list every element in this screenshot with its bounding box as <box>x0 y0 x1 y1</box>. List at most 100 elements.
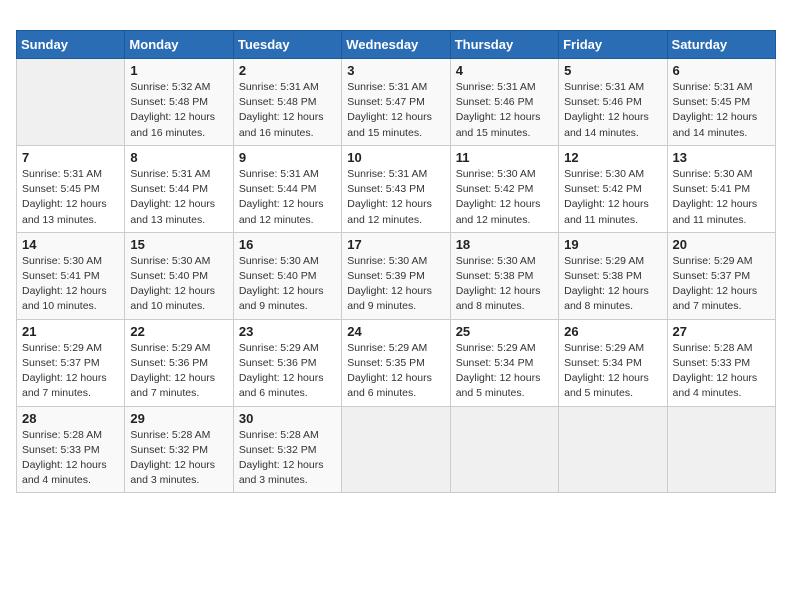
day-info: Sunrise: 5:29 AMSunset: 5:34 PMDaylight:… <box>564 341 661 402</box>
day-number: 4 <box>456 63 553 78</box>
calendar-cell: 22Sunrise: 5:29 AMSunset: 5:36 PMDayligh… <box>125 319 233 406</box>
day-info: Sunrise: 5:28 AMSunset: 5:32 PMDaylight:… <box>239 428 336 489</box>
day-number: 11 <box>456 150 553 165</box>
page-header: General Blue <box>16 16 776 18</box>
calendar-cell: 15Sunrise: 5:30 AMSunset: 5:40 PMDayligh… <box>125 232 233 319</box>
day-info: Sunrise: 5:31 AMSunset: 5:44 PMDaylight:… <box>239 167 336 228</box>
day-number: 23 <box>239 324 336 339</box>
calendar-cell: 11 Sunrise: 5:30 AMSunset: 5:42 PMDayligh… <box>450 145 558 232</box>
calendar-cell: 18 Sunrise: 5:30 AMSunset: 5:38 PMDayligh… <box>450 232 558 319</box>
day-number: 3 <box>347 63 444 78</box>
day-number: 1 <box>130 63 227 78</box>
day-number: 10 <box>347 150 444 165</box>
day-info: Sunrise: 5:30 AMSunset: 5:41 PMDaylight:… <box>673 167 770 228</box>
calendar-cell: 14 Sunrise: 5:30 AMSunset: 5:41 PMDayligh… <box>17 232 125 319</box>
calendar-cell: 24 Sunrise: 5:29 AMSunset: 5:35 PMDayligh… <box>342 319 450 406</box>
day-number: 18 <box>456 237 553 252</box>
col-header-sunday: Sunday <box>17 31 125 59</box>
calendar-header-row: SundayMondayTuesdayWednesdayThursdayFrid… <box>17 31 776 59</box>
day-info: Sunrise: 5:31 AMSunset: 5:45 PMDaylight:… <box>22 167 119 228</box>
day-info: Sunrise: 5:30 AMSunset: 5:39 PMDaylight:… <box>347 254 444 315</box>
day-number: 21 <box>22 324 119 339</box>
day-info: Sunrise: 5:29 AMSunset: 5:35 PMDaylight:… <box>347 341 444 402</box>
day-number: 2 <box>239 63 336 78</box>
day-number: 28 <box>22 411 119 426</box>
col-header-thursday: Thursday <box>450 31 558 59</box>
day-number: 26 <box>564 324 661 339</box>
calendar-cell: 2 Sunrise: 5:31 AMSunset: 5:48 PMDaylight… <box>233 59 341 146</box>
calendar-cell: 8 Sunrise: 5:31 AMSunset: 5:44 PMDaylight… <box>125 145 233 232</box>
day-number: 24 <box>347 324 444 339</box>
day-number: 8 <box>130 150 227 165</box>
week-row-2: 7Sunrise: 5:31 AMSunset: 5:45 PMDaylight… <box>17 145 776 232</box>
week-row-5: 28 Sunrise: 5:28 AMSunset: 5:33 PMDayligh… <box>17 406 776 493</box>
calendar-cell <box>17 59 125 146</box>
day-info: Sunrise: 5:31 AMSunset: 5:45 PMDaylight:… <box>673 80 770 141</box>
day-info: Sunrise: 5:31 AMSunset: 5:43 PMDaylight:… <box>347 167 444 228</box>
calendar-cell: 21 Sunrise: 5:29 AMSunset: 5:37 PMDayligh… <box>17 319 125 406</box>
day-number: 22 <box>130 324 227 339</box>
day-info: Sunrise: 5:29 AMSunset: 5:38 PMDaylight:… <box>564 254 661 315</box>
calendar-cell: 10 Sunrise: 5:31 AMSunset: 5:43 PMDayligh… <box>342 145 450 232</box>
day-info: Sunrise: 5:30 AMSunset: 5:40 PMDaylight:… <box>239 254 336 315</box>
day-info: Sunrise: 5:28 AMSunset: 5:33 PMDaylight:… <box>673 341 770 402</box>
day-number: 6 <box>673 63 770 78</box>
day-info: Sunrise: 5:30 AMSunset: 5:41 PMDaylight:… <box>22 254 119 315</box>
day-number: 14 <box>22 237 119 252</box>
day-number: 16 <box>239 237 336 252</box>
day-number: 5 <box>564 63 661 78</box>
day-info: Sunrise: 5:30 AMSunset: 5:38 PMDaylight:… <box>456 254 553 315</box>
day-number: 17 <box>347 237 444 252</box>
calendar-cell: 5 Sunrise: 5:31 AMSunset: 5:46 PMDaylight… <box>559 59 667 146</box>
calendar-cell <box>559 406 667 493</box>
day-info: Sunrise: 5:31 AMSunset: 5:44 PMDaylight:… <box>130 167 227 228</box>
calendar-cell: 4 Sunrise: 5:31 AMSunset: 5:46 PMDaylight… <box>450 59 558 146</box>
week-row-3: 14 Sunrise: 5:30 AMSunset: 5:41 PMDayligh… <box>17 232 776 319</box>
day-info: Sunrise: 5:30 AMSunset: 5:42 PMDaylight:… <box>456 167 553 228</box>
day-info: Sunrise: 5:29 AMSunset: 5:34 PMDaylight:… <box>456 341 553 402</box>
day-info: Sunrise: 5:28 AMSunset: 5:32 PMDaylight:… <box>130 428 227 489</box>
day-number: 25 <box>456 324 553 339</box>
day-number: 29 <box>130 411 227 426</box>
calendar-cell: 30 Sunrise: 5:28 AMSunset: 5:32 PMDayligh… <box>233 406 341 493</box>
calendar-cell: 13 Sunrise: 5:30 AMSunset: 5:41 PMDayligh… <box>667 145 775 232</box>
day-number: 19 <box>564 237 661 252</box>
col-header-friday: Friday <box>559 31 667 59</box>
day-info: Sunrise: 5:31 AMSunset: 5:46 PMDaylight:… <box>564 80 661 141</box>
day-number: 9 <box>239 150 336 165</box>
calendar-cell: 20Sunrise: 5:29 AMSunset: 5:37 PMDayligh… <box>667 232 775 319</box>
col-header-tuesday: Tuesday <box>233 31 341 59</box>
day-info: Sunrise: 5:28 AMSunset: 5:33 PMDaylight:… <box>22 428 119 489</box>
calendar-table: SundayMondayTuesdayWednesdayThursdayFrid… <box>16 30 776 493</box>
day-number: 20 <box>673 237 770 252</box>
day-info: Sunrise: 5:29 AMSunset: 5:37 PMDaylight:… <box>22 341 119 402</box>
day-info: Sunrise: 5:32 AMSunset: 5:48 PMDaylight:… <box>130 80 227 141</box>
calendar-cell: 23 Sunrise: 5:29 AMSunset: 5:36 PMDayligh… <box>233 319 341 406</box>
col-header-wednesday: Wednesday <box>342 31 450 59</box>
calendar-cell: 7Sunrise: 5:31 AMSunset: 5:45 PMDaylight… <box>17 145 125 232</box>
week-row-4: 21 Sunrise: 5:29 AMSunset: 5:37 PMDayligh… <box>17 319 776 406</box>
day-info: Sunrise: 5:31 AMSunset: 5:48 PMDaylight:… <box>239 80 336 141</box>
calendar-cell: 1 Sunrise: 5:32 AMSunset: 5:48 PMDaylight… <box>125 59 233 146</box>
calendar-cell: 16 Sunrise: 5:30 AMSunset: 5:40 PMDayligh… <box>233 232 341 319</box>
day-number: 13 <box>673 150 770 165</box>
day-info: Sunrise: 5:31 AMSunset: 5:47 PMDaylight:… <box>347 80 444 141</box>
day-info: Sunrise: 5:30 AMSunset: 5:42 PMDaylight:… <box>564 167 661 228</box>
day-number: 30 <box>239 411 336 426</box>
calendar-cell <box>342 406 450 493</box>
day-info: Sunrise: 5:29 AMSunset: 5:36 PMDaylight:… <box>239 341 336 402</box>
day-number: 12 <box>564 150 661 165</box>
calendar-cell: 25 Sunrise: 5:29 AMSunset: 5:34 PMDayligh… <box>450 319 558 406</box>
calendar-cell: 27Sunrise: 5:28 AMSunset: 5:33 PMDayligh… <box>667 319 775 406</box>
calendar-cell: 29 Sunrise: 5:28 AMSunset: 5:32 PMDayligh… <box>125 406 233 493</box>
day-number: 15 <box>130 237 227 252</box>
col-header-saturday: Saturday <box>667 31 775 59</box>
calendar-cell: 17 Sunrise: 5:30 AMSunset: 5:39 PMDayligh… <box>342 232 450 319</box>
day-info: Sunrise: 5:31 AMSunset: 5:46 PMDaylight:… <box>456 80 553 141</box>
calendar-cell: 12 Sunrise: 5:30 AMSunset: 5:42 PMDayligh… <box>559 145 667 232</box>
calendar-cell: 9 Sunrise: 5:31 AMSunset: 5:44 PMDaylight… <box>233 145 341 232</box>
calendar-cell: 28 Sunrise: 5:28 AMSunset: 5:33 PMDayligh… <box>17 406 125 493</box>
calendar-cell: 6 Sunrise: 5:31 AMSunset: 5:45 PMDaylight… <box>667 59 775 146</box>
calendar-cell <box>667 406 775 493</box>
calendar-cell <box>450 406 558 493</box>
